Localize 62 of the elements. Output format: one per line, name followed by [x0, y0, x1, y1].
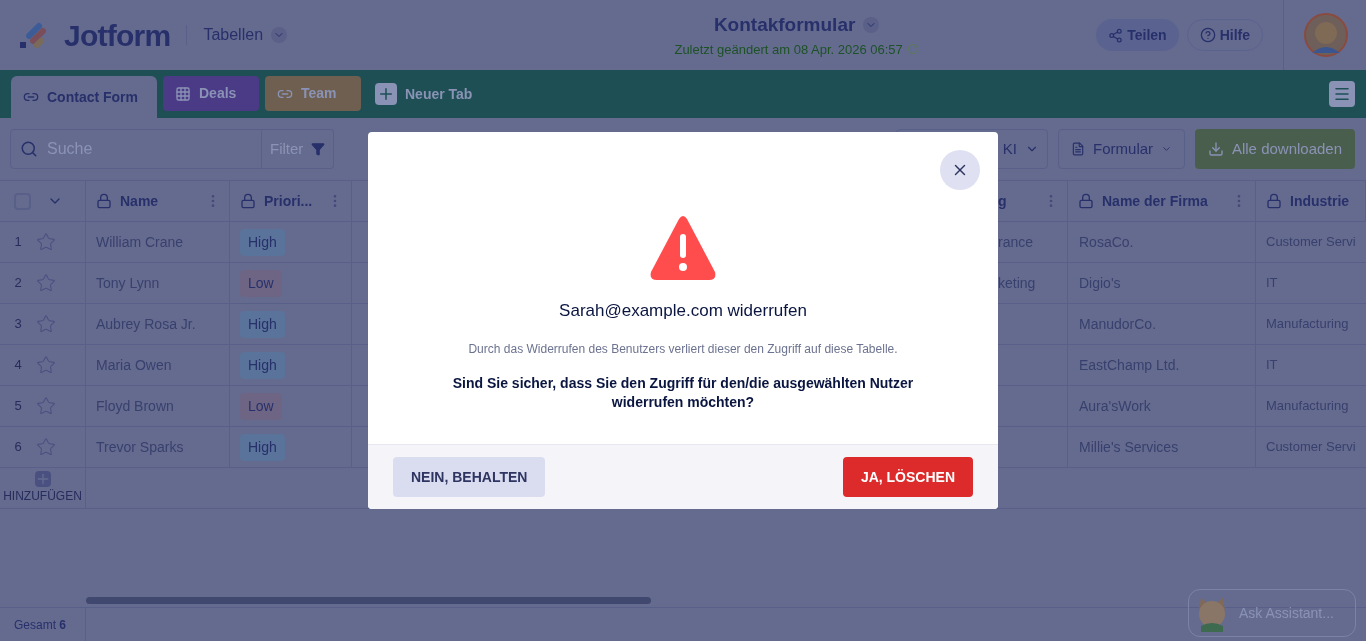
star-icon[interactable] [36, 232, 56, 252]
lock-icon [1078, 193, 1094, 209]
row-number: 4 [13, 356, 23, 375]
dialog-question: Sind Sie sicher, dass Sie den Zugriff für den/die ausgewählten Nutzer widerrufen möchten? [451, 373, 915, 412]
chevron-icon [271, 27, 288, 43]
menu-button[interactable] [1329, 81, 1355, 107]
grid-icon [175, 85, 191, 102]
scrollbar[interactable] [86, 597, 651, 604]
row-number: 1 [13, 233, 23, 252]
star-icon[interactable] [36, 273, 56, 293]
last-modified-text: Zuletzt geändert am 08 Apr. 2026 06:57 [674, 40, 903, 59]
table-tab[interactable]: Team [265, 76, 361, 111]
filter-icon [311, 142, 326, 156]
priority-tag: Low [240, 392, 282, 420]
chevron-icon [863, 17, 880, 34]
total-count: Gesamt 6 [14, 616, 67, 634]
close-button[interactable] [940, 150, 980, 190]
column-header[interactable]: Name der Firma [1102, 190, 1208, 212]
menu-icon [1333, 85, 1351, 103]
plus-icon [375, 83, 397, 105]
tables-dropdown[interactable]: Tabellen [203, 23, 288, 47]
star-icon[interactable] [36, 437, 56, 457]
form-dropdown[interactable]: Formular [1058, 129, 1185, 169]
column-header[interactable]: Name [120, 190, 159, 212]
priority-tag: High [240, 310, 285, 338]
avatar-icon[interactable] [1304, 13, 1348, 57]
form-title[interactable]: Kontakformular [713, 11, 880, 40]
warning-icon [649, 214, 717, 282]
new-tab-button[interactable]: Neuer Tab [367, 73, 481, 115]
priority-tag: Low [240, 269, 282, 297]
lock-icon [96, 193, 112, 209]
download-icon [1207, 141, 1224, 157]
search-icon [20, 140, 38, 158]
row-number: 6 [13, 438, 23, 457]
help-icon [1199, 27, 1216, 43]
row-number: 5 [13, 397, 23, 416]
lock-icon [240, 193, 256, 209]
document-icon [1071, 140, 1086, 158]
row-number: 2 [13, 274, 23, 293]
lock-icon [1266, 193, 1282, 209]
cancel-button[interactable]: NEIN, BEHALTEN [393, 457, 546, 497]
table-tab[interactable]: Deals [163, 76, 259, 111]
column-header[interactable]: g [998, 190, 1043, 212]
priority-tag: High [240, 228, 285, 256]
table-tab[interactable]: Contact Form [11, 76, 157, 118]
priority-tag: High [240, 351, 285, 379]
plus-icon [34, 471, 51, 487]
share-icon [1108, 27, 1124, 43]
star-icon[interactable] [36, 355, 56, 375]
dialog-title: Sarah@example.com widerrufen [559, 300, 807, 322]
star-icon[interactable] [36, 314, 56, 334]
add-row-button[interactable]: HINZUFÜGEN [0, 468, 86, 508]
dialog-description: Durch das Widerrufen des Benutzers verliert dieser den Zugriff auf diese Tabelle. [468, 340, 898, 358]
logo-text: Jotform [64, 17, 171, 54]
priority-tag: High [240, 433, 285, 461]
column-header[interactable]: Priori... [264, 190, 313, 212]
column-header[interactable]: Industrie [1290, 190, 1350, 212]
download-button[interactable]: Alle downloaden [1195, 129, 1355, 169]
row-number: 3 [13, 315, 23, 334]
confirm-button[interactable]: JA, LÖSCHEN [842, 457, 973, 497]
star-icon[interactable] [36, 396, 56, 416]
refresh-icon[interactable] [906, 43, 919, 56]
